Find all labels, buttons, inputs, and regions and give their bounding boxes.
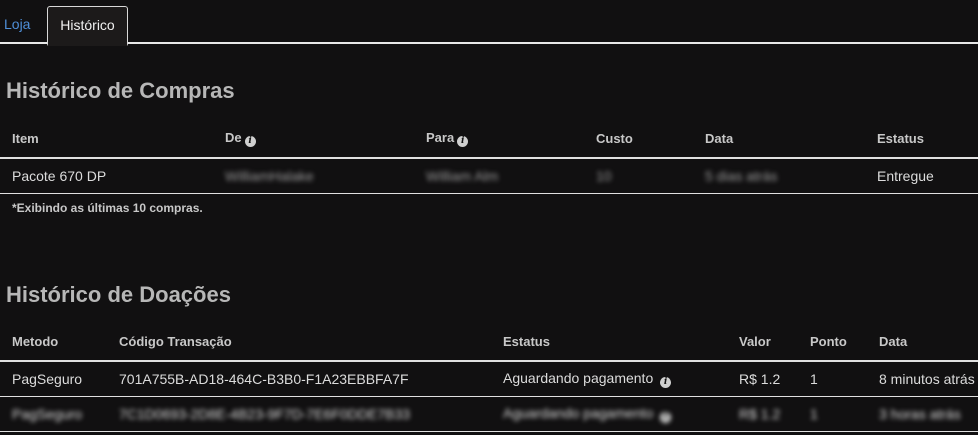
table-row: PagSeguro 7C1D0693-2D8E-4B23-9F7D-7E6F0D… xyxy=(0,396,978,432)
col-ponto: Ponto xyxy=(798,323,867,362)
col-de-label: De xyxy=(225,130,242,145)
doacoes-title: Histórico de Doações xyxy=(6,282,231,307)
cell-estatus: Aguardando pagamento i xyxy=(491,396,727,432)
col-item: Item xyxy=(0,120,213,159)
cell-metodo: PagSeguro xyxy=(0,361,107,397)
col-data: Data xyxy=(867,323,978,362)
cell-estatus-label: Aguardando pagamento xyxy=(503,370,654,386)
cell-codigo: 701A755B-AD18-464C-B3B0-F1A23EBBFA7F xyxy=(107,361,491,397)
col-valor: Valor xyxy=(727,323,798,362)
cell-para: William Alm xyxy=(414,158,584,194)
compras-note: *Exibindo as últimas 10 compras. xyxy=(12,201,203,215)
info-icon[interactable]: i xyxy=(244,136,256,147)
col-para: Para i xyxy=(414,120,584,159)
cell-valor: R$ 1.2 xyxy=(727,361,798,397)
cell-ponto: 1 xyxy=(798,396,867,432)
tab-bar: Loja Histórico xyxy=(0,0,978,46)
doacoes-table: Metodo Código Transação Estatus Valor Po… xyxy=(0,323,978,432)
table-row: Pacote 670 DP WilliamHalake William Alm … xyxy=(0,158,978,194)
cell-codigo: 7C1D0693-2D8E-4B23-9F7D-7E6F0DDE7B33 xyxy=(107,396,491,432)
tab-loja[interactable]: Loja xyxy=(4,6,30,44)
col-custo: Custo xyxy=(584,120,693,159)
compras-table: Item De i Para i Custo Data Estatus Pacote… xyxy=(0,120,978,194)
cell-estatus: Entregue xyxy=(865,158,978,194)
info-icon[interactable]: i xyxy=(660,412,672,423)
cell-data: 3 horas atrás xyxy=(867,396,978,432)
cell-data: 5 dias atrás xyxy=(693,158,865,194)
col-metodo: Metodo xyxy=(0,323,107,362)
col-de: De i xyxy=(213,120,414,159)
info-icon[interactable]: i xyxy=(660,377,672,388)
cell-ponto: 1 xyxy=(798,361,867,397)
cell-data: 8 minutos atrás xyxy=(867,361,978,397)
cell-metodo: PagSeguro xyxy=(0,396,107,432)
cell-item: Pacote 670 DP xyxy=(0,158,213,194)
col-data: Data xyxy=(693,120,865,159)
cell-estatus: Aguardando pagamento i xyxy=(491,361,727,397)
col-para-label: Para xyxy=(426,130,455,145)
cell-estatus-label: Aguardando pagamento xyxy=(503,405,654,421)
compras-header-row: Item De i Para i Custo Data Estatus xyxy=(0,120,978,159)
tab-historico[interactable]: Histórico xyxy=(47,6,128,46)
info-icon[interactable]: i xyxy=(457,136,469,147)
col-estatus: Estatus xyxy=(865,120,978,159)
table-row: PagSeguro 701A755B-AD18-464C-B3B0-F1A23E… xyxy=(0,361,978,397)
cell-valor: R$ 1.2 xyxy=(727,396,798,432)
cell-custo: 10 xyxy=(584,158,693,194)
col-codigo: Código Transação xyxy=(107,323,491,362)
doacoes-header-row: Metodo Código Transação Estatus Valor Po… xyxy=(0,323,978,362)
col-estatus: Estatus xyxy=(491,323,727,362)
compras-title: Histórico de Compras xyxy=(6,78,235,103)
cell-de: WilliamHalake xyxy=(213,158,414,194)
